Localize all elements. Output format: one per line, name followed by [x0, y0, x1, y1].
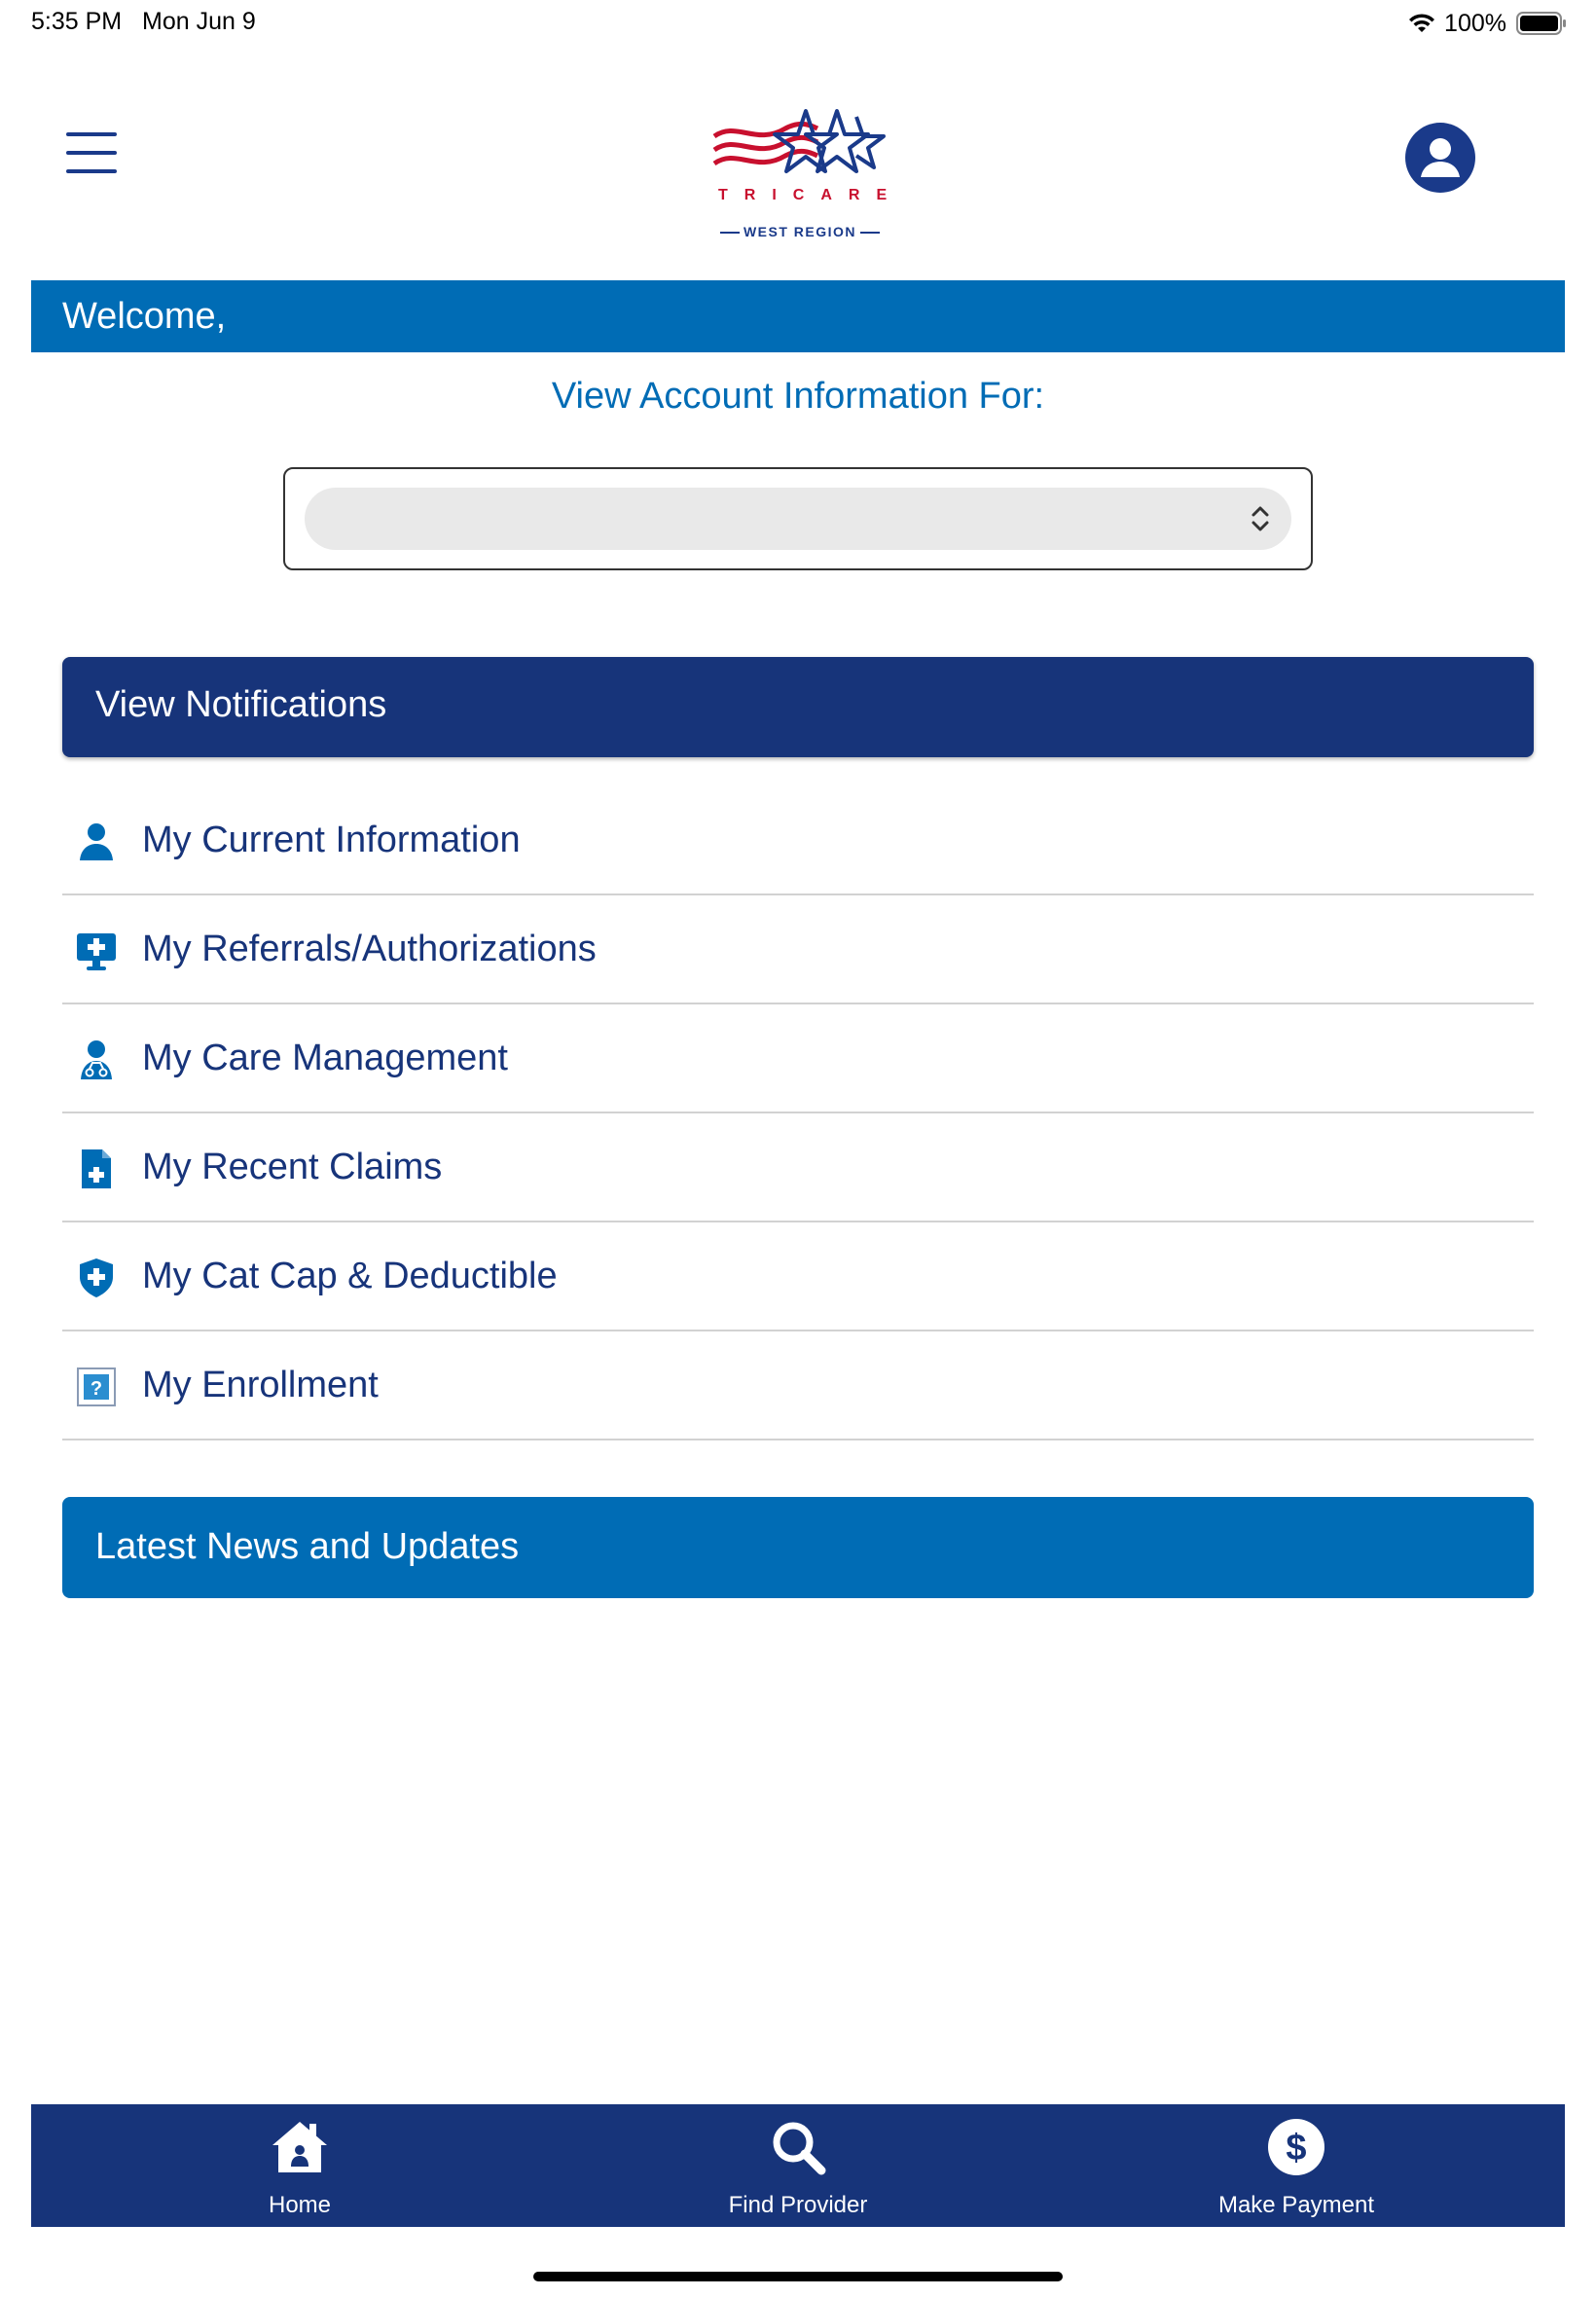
menu-item-recent-claims[interactable]: My Recent Claims — [62, 1113, 1534, 1222]
battery-icon — [1516, 12, 1566, 35]
medical-monitor-icon — [77, 933, 116, 970]
hamburger-menu-icon[interactable] — [66, 132, 121, 181]
logo-region: WEST REGION — [705, 224, 895, 239]
person-icon — [80, 823, 113, 860]
view-notifications-label: View Notifications — [95, 684, 387, 725]
battery-percentage: 100% — [1444, 9, 1506, 37]
menu-item-care-management[interactable]: My Care Management — [62, 1004, 1534, 1113]
account-selector-frame — [283, 467, 1313, 570]
menu-item-enrollment[interactable]: ? My Enrollment — [62, 1331, 1534, 1440]
menu-item-label: My Referrals/Authorizations — [142, 929, 597, 969]
menu-item-label: My Cat Cap & Deductible — [142, 1256, 558, 1296]
tricare-logo: TRICARE WEST REGION — [705, 107, 895, 243]
menu-item-current-information[interactable]: My Current Information — [62, 786, 1534, 895]
welcome-banner: Welcome, — [31, 280, 1565, 352]
medical-file-icon — [82, 1149, 111, 1188]
search-icon — [773, 2122, 826, 2175]
tab-find-provider-label: Find Provider — [728, 2192, 868, 2218]
bottom-tab-bar: Home Find Provider $ Make Payment — [31, 2104, 1565, 2227]
tab-find-provider[interactable]: Find Provider — [545, 2104, 1051, 2227]
welcome-text: Welcome, — [62, 296, 227, 337]
menu-item-label: My Current Information — [142, 820, 521, 860]
home-icon — [272, 2122, 327, 2172]
tricare-flag-stars-icon — [712, 109, 886, 173]
user-profile-icon[interactable] — [1405, 123, 1475, 193]
wifi-icon — [1409, 14, 1435, 32]
menu-item-referrals-authorizations[interactable]: My Referrals/Authorizations — [62, 895, 1534, 1004]
status-date: Mon Jun 9 — [142, 8, 256, 35]
chevron-up-down-icon — [1251, 506, 1269, 531]
status-indicators: 100% — [1407, 8, 1567, 39]
doctor-icon — [81, 1040, 112, 1079]
view-notifications-button[interactable]: View Notifications — [62, 657, 1534, 757]
shield-plus-icon — [80, 1258, 113, 1297]
dollar-icon: $ — [1268, 2119, 1324, 2175]
tab-home-label: Home — [268, 2192, 332, 2218]
latest-news-button[interactable]: Latest News and Updates — [62, 1497, 1534, 1598]
question-box-icon: ? — [77, 1367, 116, 1406]
menu-item-label: My Enrollment — [142, 1365, 379, 1405]
logo-wordmark: TRICARE — [718, 187, 904, 203]
menu-item-label: My Care Management — [142, 1038, 508, 1078]
account-menu-list: My Current Information My Referrals/Auth… — [62, 786, 1534, 1440]
home-indicator[interactable] — [533, 2272, 1063, 2281]
svg-text:?: ? — [91, 1378, 102, 1400]
tab-make-payment-label: Make Payment — [1217, 2192, 1375, 2218]
status-bar: 5:35 PM Mon Jun 9 100% — [0, 0, 1596, 47]
status-time: 5:35 PM — [31, 8, 123, 35]
latest-news-label: Latest News and Updates — [95, 1526, 520, 1567]
tab-home[interactable]: Home — [47, 2104, 553, 2227]
menu-item-label: My Recent Claims — [142, 1147, 443, 1187]
person-silhouette-icon — [1421, 138, 1460, 177]
account-selector-label: View Account Information For: — [551, 376, 1045, 417]
menu-item-cat-cap-deductible[interactable]: My Cat Cap & Deductible — [62, 1222, 1534, 1331]
tab-make-payment[interactable]: $ Make Payment — [1043, 2104, 1549, 2227]
account-selector-dropdown[interactable] — [305, 488, 1291, 550]
svg-text:$: $ — [1286, 2128, 1306, 2169]
